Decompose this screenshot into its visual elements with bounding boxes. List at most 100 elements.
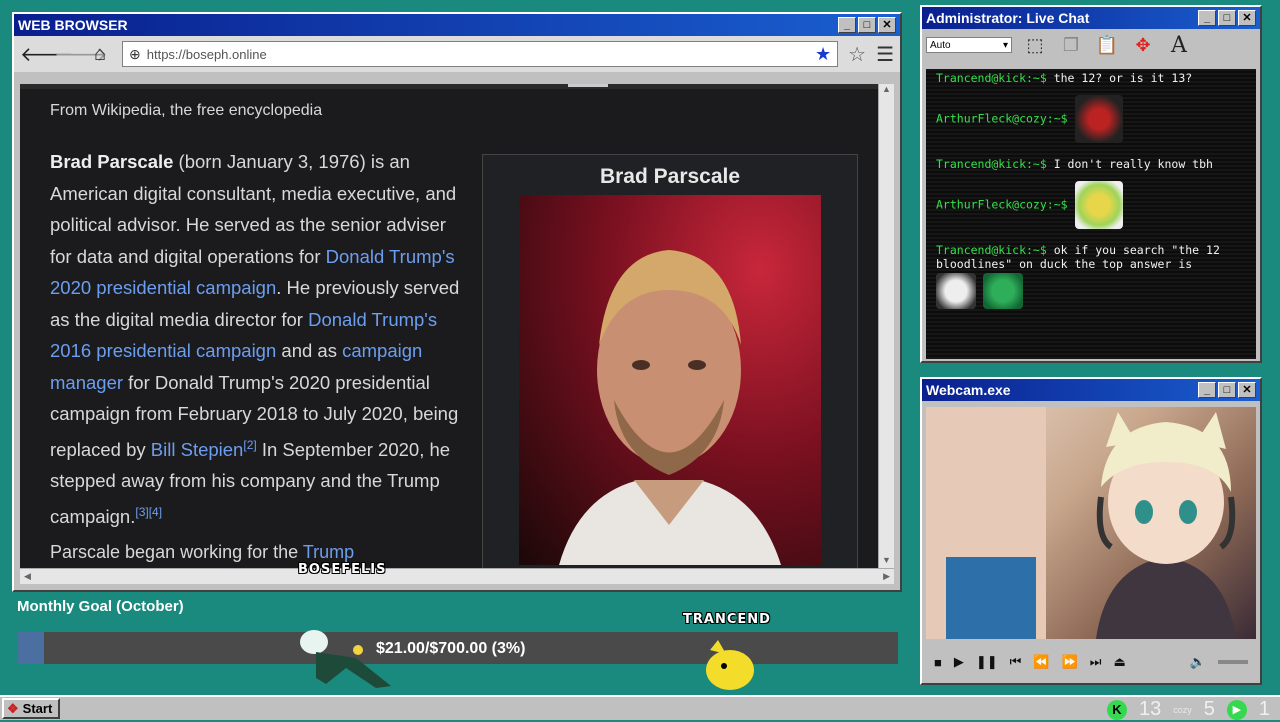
move-icon[interactable]: ✥ (1130, 32, 1156, 58)
browser-window: WEB BROWSER _ □ ✕ 🡐 🡒 ⌂ ⊕ https://boseph… (12, 12, 902, 592)
browser-title: WEB BROWSER (18, 17, 128, 33)
copy-icon[interactable]: ❐ (1058, 32, 1084, 58)
link-trump[interactable]: Trump (303, 542, 354, 562)
browser-toolbar: 🡐 🡒 ⌂ ⊕ https://boseph.online ★ ☆ ☰ (14, 36, 900, 72)
emote-image (1074, 95, 1123, 143)
url-text[interactable]: https://boseph.online (147, 47, 809, 62)
chat-text: the 12? or is it 13? (1046, 71, 1193, 85)
play-viewer-count: 1 (1258, 698, 1270, 720)
home-icon[interactable]: ⌂ (88, 43, 112, 66)
chat-message: Trancend@kick:~$ I don't really know tbh (936, 157, 1246, 171)
select-rect-icon[interactable]: ⬚ (1022, 32, 1048, 58)
favorites-star-icon[interactable]: ☆ (848, 42, 866, 67)
fast-forward-icon[interactable]: ⏩ (1062, 654, 1078, 670)
scroll-up-icon[interactable]: ▲ (879, 84, 894, 98)
system-tray: K 13 cozy 5 ▶ 1 (1106, 697, 1270, 722)
reference-3-4[interactable]: [3][4] (135, 505, 162, 519)
chat-username: Trancend@kick:~$ (936, 157, 1047, 171)
maximize-button[interactable]: □ (858, 17, 876, 33)
sprite-name-right: TRANCEND (683, 612, 771, 627)
portrait-photo (519, 195, 821, 565)
chat-username: ArthurFleck@cozy:~$ (936, 111, 1068, 126)
rewind-icon[interactable]: ⏪ (1033, 654, 1049, 670)
close-button[interactable]: ✕ (1238, 382, 1256, 398)
windows-logo-icon: ❖ (7, 700, 19, 716)
chat-message: Trancend@kick:~$ the 12? or is it 13? (936, 71, 1246, 85)
skip-forward-icon[interactable]: ⏭ (1090, 654, 1102, 670)
hamburger-menu-icon[interactable]: ☰ (876, 42, 894, 67)
chat-username: Trancend@kick:~$ (936, 71, 1047, 85)
runner-sprite (300, 630, 391, 688)
stop-icon[interactable]: ■ (934, 655, 942, 670)
scroll-down-icon[interactable]: ▼ (879, 555, 894, 569)
horizontal-scrollbar[interactable]: ◀ ▶ (20, 568, 894, 584)
close-button[interactable]: ✕ (1238, 10, 1256, 26)
taskbar: ❖ Start K 13 cozy 5 ▶ 1 (0, 695, 1280, 720)
close-button[interactable]: ✕ (878, 17, 896, 33)
emote-row (936, 273, 1246, 309)
emote-image (982, 273, 1023, 309)
back-arrow-icon[interactable]: 🡐 (20, 42, 74, 67)
volume-slider[interactable] (1218, 660, 1248, 664)
browser-titlebar[interactable]: WEB BROWSER _ □ ✕ (14, 14, 900, 36)
scroll-right-icon[interactable]: ▶ (883, 571, 890, 582)
emote-image (936, 273, 976, 309)
goal-amount-text: $21.00/$700.00 (3%) (376, 640, 526, 657)
chat-title: Administrator: Live Chat (926, 10, 1090, 26)
cozy-viewer-count: 5 (1203, 698, 1215, 720)
skip-back-icon[interactable]: ⏮ (1010, 654, 1022, 670)
clipboard-icon[interactable]: 📋 (1094, 32, 1120, 58)
monthly-goal-label: Monthly Goal (October) (17, 598, 184, 615)
chat-toolbar: Auto ▾ ⬚ ❐ 📋 ✥ A (922, 29, 1260, 61)
start-button[interactable]: ❖ Start (2, 698, 60, 719)
kick-viewer-count: 13 (1138, 698, 1162, 720)
webcam-titlebar[interactable]: Webcam.exe _ □ ✕ (922, 379, 1260, 401)
size-select[interactable]: Auto ▾ (926, 37, 1012, 53)
play-icon[interactable]: ▶ (954, 654, 964, 670)
link-bill-stepien[interactable]: Bill Stepien (151, 439, 244, 460)
maximize-button[interactable]: □ (1218, 10, 1236, 26)
vertical-scrollbar[interactable]: ▲ ▼ (878, 84, 894, 569)
infobox: Brad Parscale (482, 154, 858, 569)
webcam-title: Webcam.exe (926, 382, 1011, 398)
webcam-feed (926, 407, 1256, 639)
font-icon[interactable]: A (1166, 32, 1192, 58)
webcam-window: Webcam.exe _ □ ✕ ■ ▶ ❚❚ ⏮ ⏪ ⏩ ⏭ ⏏ 🔈 (920, 377, 1262, 685)
infobox-title: Brad Parscale (599, 165, 741, 188)
emote-image (1074, 181, 1123, 229)
start-label: Start (22, 701, 53, 716)
play-logo-icon: ▶ (1226, 699, 1247, 720)
maximize-button[interactable]: □ (1218, 382, 1236, 398)
eject-icon[interactable]: ⏏ (1113, 654, 1125, 670)
chat-message: Trancend@kick:~$ ok if you search "the 1… (936, 243, 1246, 271)
chat-titlebar[interactable]: Administrator: Live Chat _ □ ✕ (922, 7, 1260, 29)
article-subject-name: Brad Parscale (50, 151, 174, 172)
minimize-button[interactable]: _ (1198, 10, 1216, 26)
goal-progress-fill (18, 632, 45, 664)
wiki-tagline: From Wikipedia, the free encyclopedia (50, 102, 323, 119)
reference-2[interactable]: [2] (243, 438, 256, 452)
page-top-edge (20, 84, 878, 89)
chat-log[interactable]: Trancend@kick:~$ the 12? or is it 13? Ar… (926, 69, 1256, 359)
kick-logo-icon: K (1106, 699, 1127, 720)
size-select-value: Auto (930, 39, 951, 51)
bookmarked-star-icon[interactable]: ★ (815, 44, 831, 65)
live-chat-window: Administrator: Live Chat _ □ ✕ Auto ▾ ⬚ … (920, 5, 1262, 363)
pikachu-sprite (706, 640, 754, 690)
media-controls: ■ ▶ ❚❚ ⏮ ⏪ ⏩ ⏭ ⏏ 🔈 (926, 649, 1256, 675)
address-bar[interactable]: ⊕ https://boseph.online ★ (122, 41, 839, 67)
forward-arrow-icon[interactable]: 🡒 (54, 42, 108, 67)
chat-text: I don't really know tbh (1046, 157, 1213, 171)
globe-icon: ⊕ (129, 45, 141, 62)
volume-icon[interactable]: 🔈 (1190, 654, 1206, 670)
minimize-button[interactable]: _ (1198, 382, 1216, 398)
sprite-name-left: BOSEFELIS (298, 562, 387, 577)
para-text: and as (276, 340, 343, 361)
web-page-viewport[interactable]: From Wikipedia, the free encyclopedia Br… (20, 84, 878, 569)
pause-icon[interactable]: ❚❚ (976, 654, 998, 670)
minimize-button[interactable]: _ (838, 17, 856, 33)
cozy-logo: cozy (1173, 704, 1192, 715)
chat-message: ArthurFleck@cozy:~$ (936, 95, 1246, 143)
chat-username: Trancend@kick:~$ (936, 243, 1047, 257)
scroll-left-icon[interactable]: ◀ (24, 571, 31, 582)
